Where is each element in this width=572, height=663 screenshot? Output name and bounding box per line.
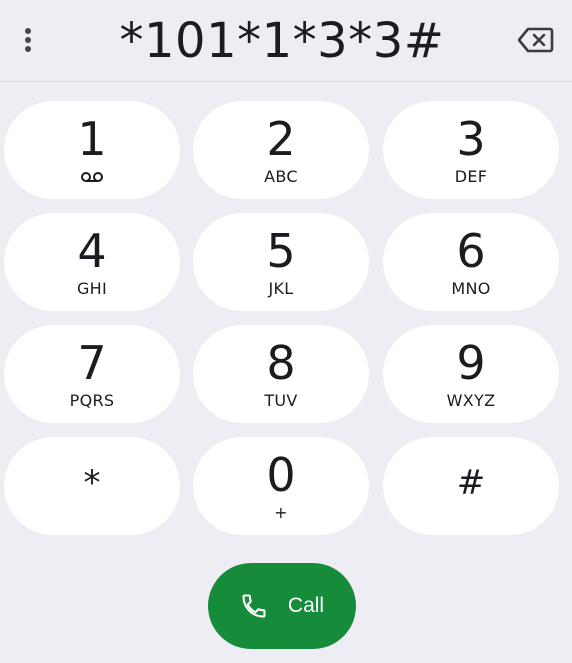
- dialpad-key-3[interactable]: 3 DEF: [383, 101, 559, 199]
- call-label: Call: [287, 594, 325, 617]
- key-letters: [80, 168, 104, 186]
- dialpad-key-9[interactable]: 9 WXYZ: [383, 325, 559, 423]
- key-digit: 0: [266, 448, 296, 502]
- key-digit: *: [83, 463, 101, 503]
- key-letters: ABC: [264, 167, 298, 186]
- call-button[interactable]: Call: [208, 563, 356, 649]
- dialpad-key-star[interactable]: *: [4, 437, 180, 535]
- dialpad-key-8[interactable]: 8 TUV: [193, 325, 369, 423]
- dialpad-key-7[interactable]: 7 PQRS: [4, 325, 180, 423]
- key-letters: JKL: [268, 279, 294, 298]
- dialpad: 1 2 ABC 3 DEF 4 GHI 5 JKL 6 MNO 7 PQRS 8…: [0, 0, 572, 560]
- key-letters: TUV: [264, 391, 298, 410]
- dialpad-key-hash[interactable]: #: [383, 437, 559, 535]
- key-letters: +: [274, 503, 288, 522]
- phone-icon: [242, 594, 266, 618]
- key-digit: 3: [456, 112, 486, 166]
- dialpad-key-6[interactable]: 6 MNO: [383, 213, 559, 311]
- key-digit: 9: [456, 336, 486, 390]
- key-letters: DEF: [454, 167, 488, 186]
- key-digit: 2: [266, 112, 296, 166]
- key-digit: #: [456, 463, 486, 503]
- dialpad-key-2[interactable]: 2 ABC: [193, 101, 369, 199]
- dialpad-key-5[interactable]: 5 JKL: [193, 213, 369, 311]
- dialpad-key-1[interactable]: 1: [4, 101, 180, 199]
- key-letters: GHI: [76, 279, 108, 298]
- key-letters: WXYZ: [446, 391, 496, 410]
- key-digit: 7: [77, 336, 107, 390]
- voicemail-icon: [81, 172, 103, 182]
- key-digit: 1: [77, 112, 107, 166]
- key-digit: 5: [266, 224, 296, 278]
- key-letters: MNO: [451, 279, 491, 298]
- key-digit: 4: [77, 224, 107, 278]
- key-digit: 6: [456, 224, 486, 278]
- key-digit: 8: [266, 336, 296, 390]
- key-letters: PQRS: [69, 391, 115, 410]
- dialpad-key-0[interactable]: 0 +: [193, 437, 369, 535]
- dialpad-key-4[interactable]: 4 GHI: [4, 213, 180, 311]
